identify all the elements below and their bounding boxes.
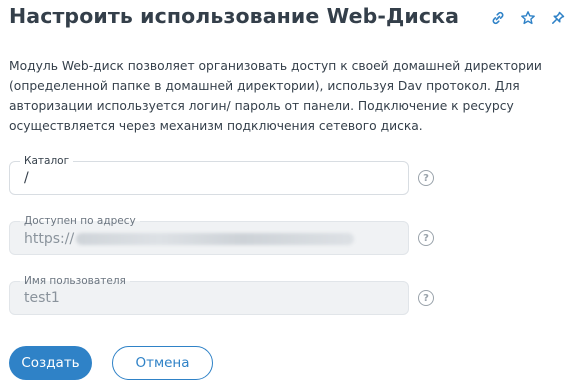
address-help-icon[interactable]: ? bbox=[418, 230, 434, 246]
create-button[interactable]: Создать bbox=[9, 346, 92, 380]
redacted-url bbox=[76, 233, 355, 245]
cancel-button[interactable]: Отмена bbox=[112, 346, 213, 380]
star-icon[interactable] bbox=[519, 9, 537, 27]
pin-icon[interactable] bbox=[549, 9, 567, 27]
username-value: test1 bbox=[24, 290, 60, 306]
catalog-field[interactable]: Каталог / bbox=[9, 154, 409, 195]
catalog-label: Каталог bbox=[20, 154, 74, 168]
username-help-icon[interactable]: ? bbox=[418, 290, 434, 306]
page-title: Настроить использование Web-Диска bbox=[9, 4, 460, 28]
address-value: https:// bbox=[24, 231, 75, 247]
catalog-value[interactable]: / bbox=[24, 170, 29, 186]
address-label: Доступен по адресу bbox=[20, 214, 140, 228]
catalog-help-icon[interactable]: ? bbox=[418, 170, 434, 186]
username-label: Имя пользователя bbox=[20, 274, 130, 288]
address-field: Доступен по адресу https:// bbox=[9, 214, 409, 255]
link-icon[interactable] bbox=[489, 9, 507, 27]
username-field: Имя пользователя test1 bbox=[9, 274, 409, 315]
module-description: Модуль Web-диск позволяет организовать д… bbox=[9, 59, 542, 133]
